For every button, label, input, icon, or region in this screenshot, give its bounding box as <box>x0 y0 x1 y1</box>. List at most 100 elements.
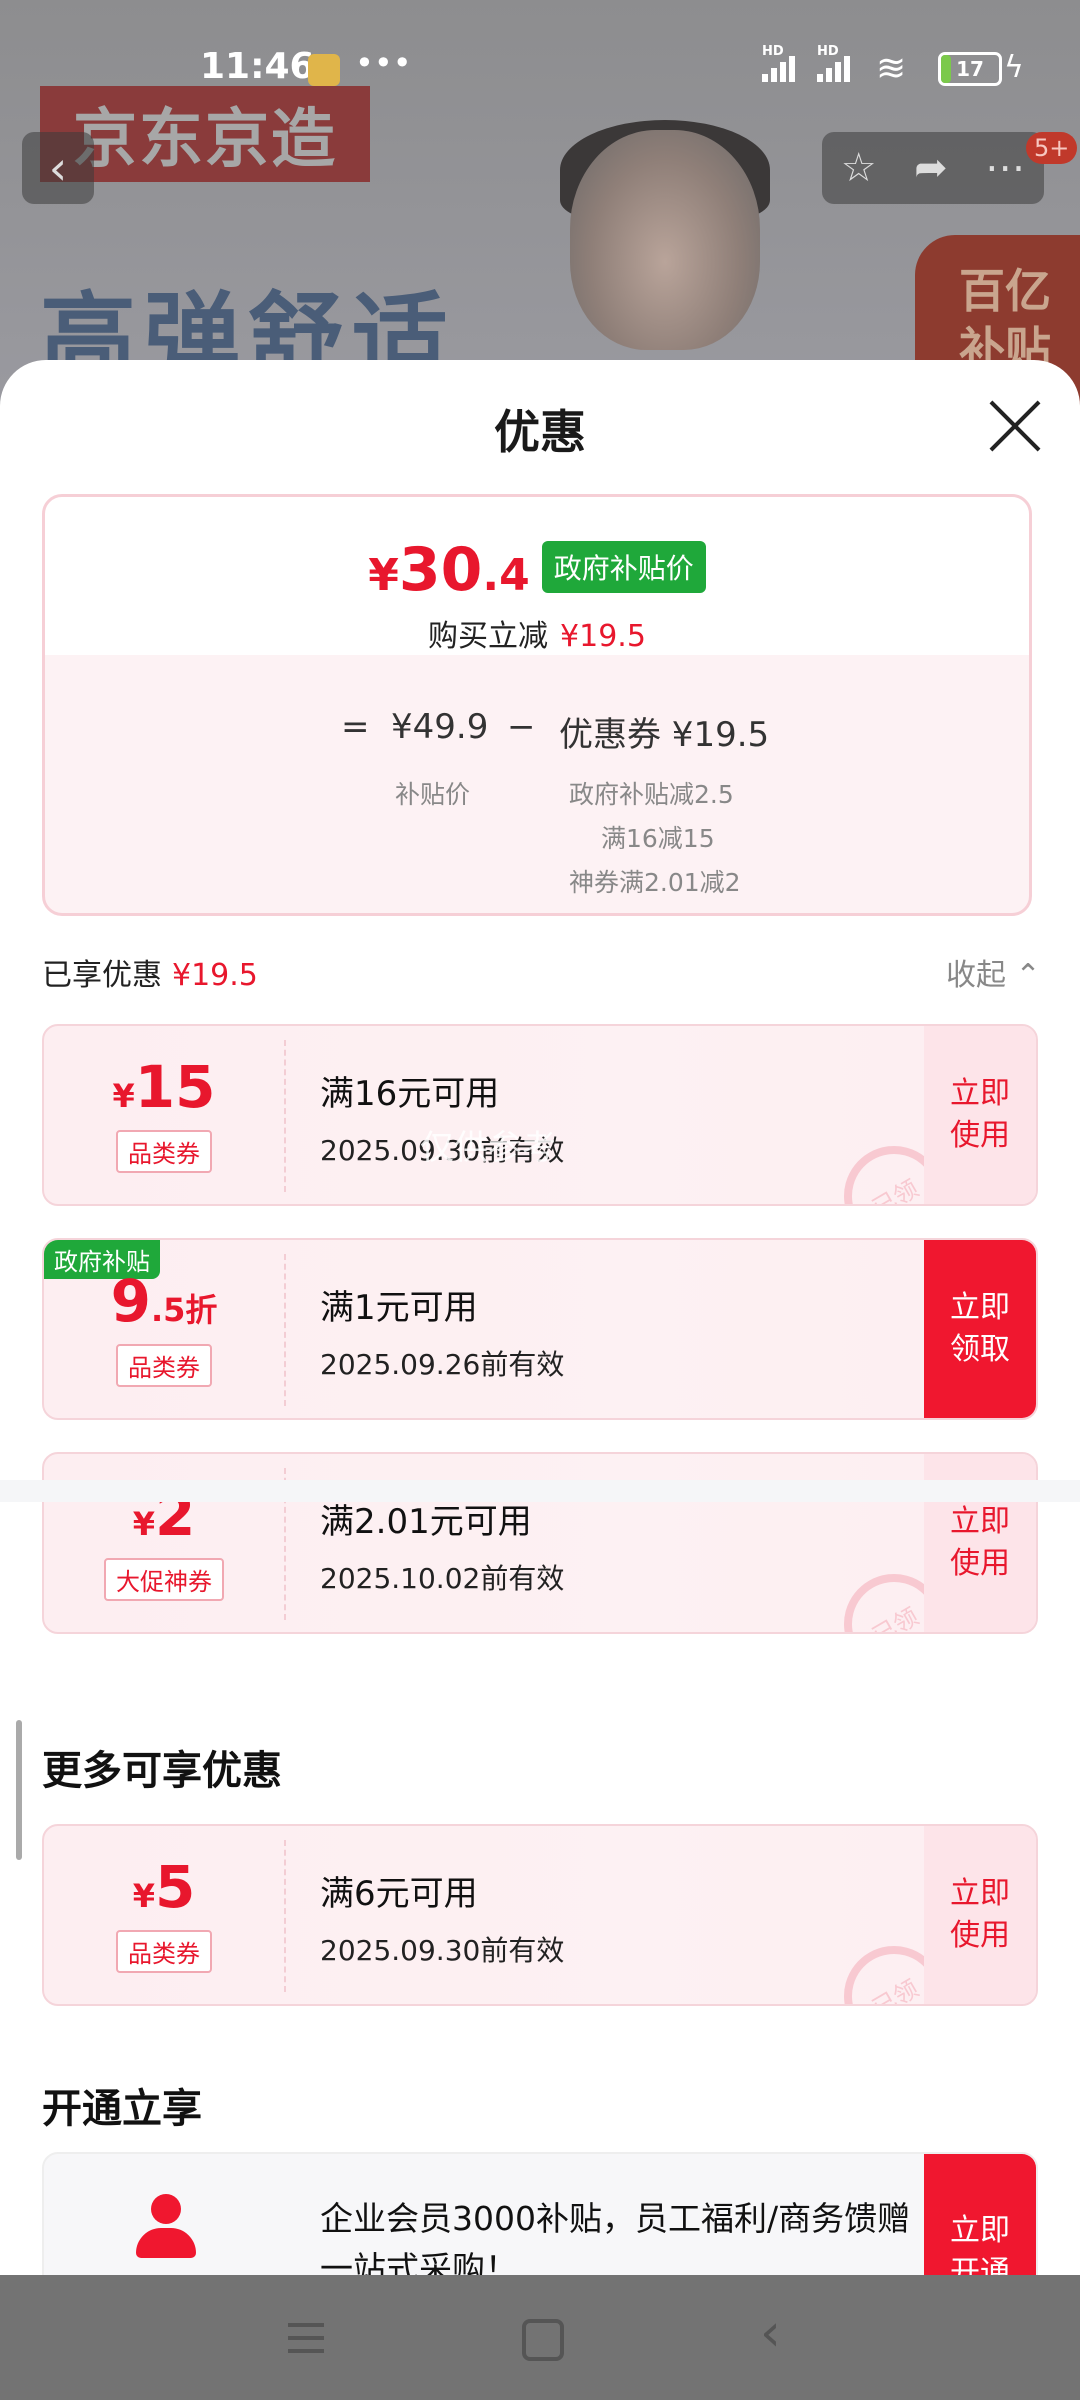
favorite-icon[interactable]: ☆ <box>841 145 877 191</box>
coupon-amount: ¥15 <box>113 1058 216 1116</box>
coupon-value: 5 <box>154 1852 196 1921</box>
notification-icon <box>308 54 340 86</box>
use-now-button[interactable]: 立即 使用 <box>924 1026 1036 1204</box>
price-decimal: .4 <box>482 550 530 601</box>
coupon-divider <box>284 1254 286 1406</box>
system-navigation-bar: ‹ <box>0 2275 1080 2400</box>
price-currency: ¥ <box>368 550 399 601</box>
wifi-icon: ≋ <box>876 48 907 89</box>
coupon-card: ¥15 品类券 满16元可用 2025.09.30前有效 已领 立即 使用 <box>42 1024 1038 1206</box>
instant-reduction-label: 购买立减 <box>428 619 549 654</box>
coupon-total: 优惠券 ¥19.5 <box>559 715 770 755</box>
coupon-currency: ¥ <box>132 1504 155 1543</box>
coupon-type: 品类券 <box>116 1929 212 1973</box>
enjoyed-discount: 已享优惠 ¥19.5 <box>42 950 258 994</box>
button-line2: 领取 <box>950 1332 1010 1367</box>
model-photo <box>570 130 760 350</box>
enjoyed-label: 已享优惠 <box>42 958 162 993</box>
user-icon <box>136 2194 196 2264</box>
button-line1: 立即 <box>950 2213 1010 2248</box>
enterprise-member-card: 企业会员3000补贴，员工福利/商务馈赠一站式采购！ 立即开通 <box>42 2152 1038 2275</box>
button-line1: 立即 <box>950 1504 1010 1539</box>
coupon-condition: 满1元可用 <box>320 1288 478 1328</box>
member-offer-text: 企业会员3000补贴，员工福利/商务馈赠一站式采购！ <box>320 2199 911 2275</box>
button-line1: 立即 <box>950 1290 1010 1325</box>
coupon-detail-category: 满16减15 <box>601 824 715 853</box>
formula-minus: − <box>507 707 536 747</box>
use-now-button[interactable]: 立即 使用 <box>924 1826 1036 2004</box>
coupon-detail-super: 神券满2.01减2 <box>569 868 741 897</box>
coupon-expiry: 2025.10.02前有效 <box>320 1562 565 1595</box>
coupon-type: 大促神券 <box>104 1557 224 1601</box>
coupon-info: 满1元可用 2025.09.26前有效 <box>320 1280 564 1383</box>
final-price: ¥30.4 <box>368 535 529 605</box>
coupon-expiry: 2025.09.30前有效 <box>320 1934 565 1967</box>
share-icon[interactable]: ➦ <box>914 145 948 191</box>
coupon-amount: 9.5折 <box>111 1272 218 1330</box>
message-count-badge: 5+ <box>1026 132 1078 164</box>
open-now-button[interactable]: 立即 开通 <box>924 2154 1036 2275</box>
battery-level: 17 <box>956 57 984 81</box>
coupon-expiry: 2025.09.26前有效 <box>320 1348 565 1381</box>
cellular-signal-icon: HD HD <box>762 44 850 82</box>
close-icon[interactable] <box>985 396 1045 456</box>
home-icon[interactable] <box>522 2319 564 2361</box>
coupon-info: 满6元可用 2025.09.30前有效 <box>320 1866 564 1969</box>
coupon-condition: 满16元可用 <box>320 1074 500 1114</box>
coupon-condition: 满6元可用 <box>320 1874 478 1914</box>
formula-equals: = <box>341 707 370 747</box>
instant-reduction: 购买立减 ¥19.5 <box>45 611 1029 655</box>
button-line1: 立即 <box>950 1076 1010 1111</box>
discount-sheet: 优惠 ¥30.4 政府补贴价 购买立减 ¥19.5 = ¥49.9 − 优惠券 ¥… <box>0 360 1080 2275</box>
button-line1: 立即 <box>950 1876 1010 1911</box>
more-notifications-icon: ••• <box>355 44 412 82</box>
coupon-value-block: 9.5折 品类券 <box>44 1240 284 1418</box>
battery-icon: 17 <box>938 52 1002 86</box>
status-bar: 11:46 ••• HD HD ≋ 17 ϟ <box>0 0 1080 140</box>
back-button[interactable]: ‹ <box>22 132 94 204</box>
coupon-divider <box>284 1840 286 1992</box>
coupon-value: 9 <box>110 1266 151 1335</box>
recent-apps-icon[interactable] <box>288 2323 324 2362</box>
top-action-bar: ☆ ➦ ⋯ <box>822 132 1044 204</box>
button-line2: 开通 <box>950 2255 1010 2275</box>
collapse-button[interactable]: 收起 ⌃ <box>946 950 1041 994</box>
clock: 11:46 <box>200 46 315 87</box>
coupon-value-suffix: .5折 <box>150 1290 218 1329</box>
coupon-type: 品类券 <box>116 1343 212 1387</box>
price-summary-card: ¥30.4 政府补贴价 购买立减 ¥19.5 = ¥49.9 − 优惠券 ¥19.… <box>42 494 1032 916</box>
battery-fill <box>941 55 951 83</box>
base-price-label: 补贴价 <box>395 780 471 809</box>
gov-subsidy-price-tag: 政府补贴价 <box>541 541 706 593</box>
price-integer: 30 <box>398 535 483 605</box>
instant-reduction-value: ¥19.5 <box>560 619 646 654</box>
more-discounts-title: 更多可享优惠 <box>42 1748 282 1794</box>
more-icon[interactable]: ⋯ <box>985 145 1025 191</box>
watermark: 仅供参考 <box>420 1128 556 1168</box>
enjoyed-value: ¥19.5 <box>172 958 258 993</box>
subsidy-base-price: ¥49.9 <box>391 707 489 747</box>
coupon-card: 政府补贴 9.5折 品类券 满1元可用 2025.09.26前有效 立即 领取 <box>42 1238 1038 1420</box>
coupon-divider <box>284 1040 286 1192</box>
open-membership-title: 开通立享 <box>42 2086 202 2132</box>
charging-icon: ϟ <box>1004 50 1024 85</box>
coupon-amount: ¥5 <box>133 1858 196 1916</box>
coupon-currency: ¥ <box>112 1076 135 1115</box>
final-price-row: ¥30.4 政府补贴价 <box>45 535 1029 605</box>
back-icon[interactable]: ‹ <box>760 2303 781 2363</box>
button-line2: 使用 <box>950 1918 1010 1953</box>
sheet-title: 优惠 <box>494 405 586 459</box>
claim-now-button[interactable]: 立即 领取 <box>924 1240 1036 1418</box>
coupon-detail-gov: 政府补贴减2.5 <box>569 780 734 809</box>
button-line2: 使用 <box>950 1546 1010 1581</box>
coupon-value-block: ¥5 品类券 <box>44 1826 284 2004</box>
section-divider <box>0 1480 1080 1502</box>
subsidy-badge-line1: 百亿 <box>959 264 1051 318</box>
coupon-type: 品类券 <box>116 1129 212 1173</box>
button-line2: 使用 <box>950 1118 1010 1153</box>
coupon-currency: ¥ <box>132 1876 155 1915</box>
scroll-indicator[interactable] <box>16 1720 22 1860</box>
coupon-card: ¥5 品类券 满6元可用 2025.09.30前有效 已领 立即 使用 <box>42 1824 1038 2006</box>
coupon-value: 15 <box>134 1052 216 1121</box>
coupon-info: 满2.01元可用 2025.10.02前有效 <box>320 1494 564 1597</box>
